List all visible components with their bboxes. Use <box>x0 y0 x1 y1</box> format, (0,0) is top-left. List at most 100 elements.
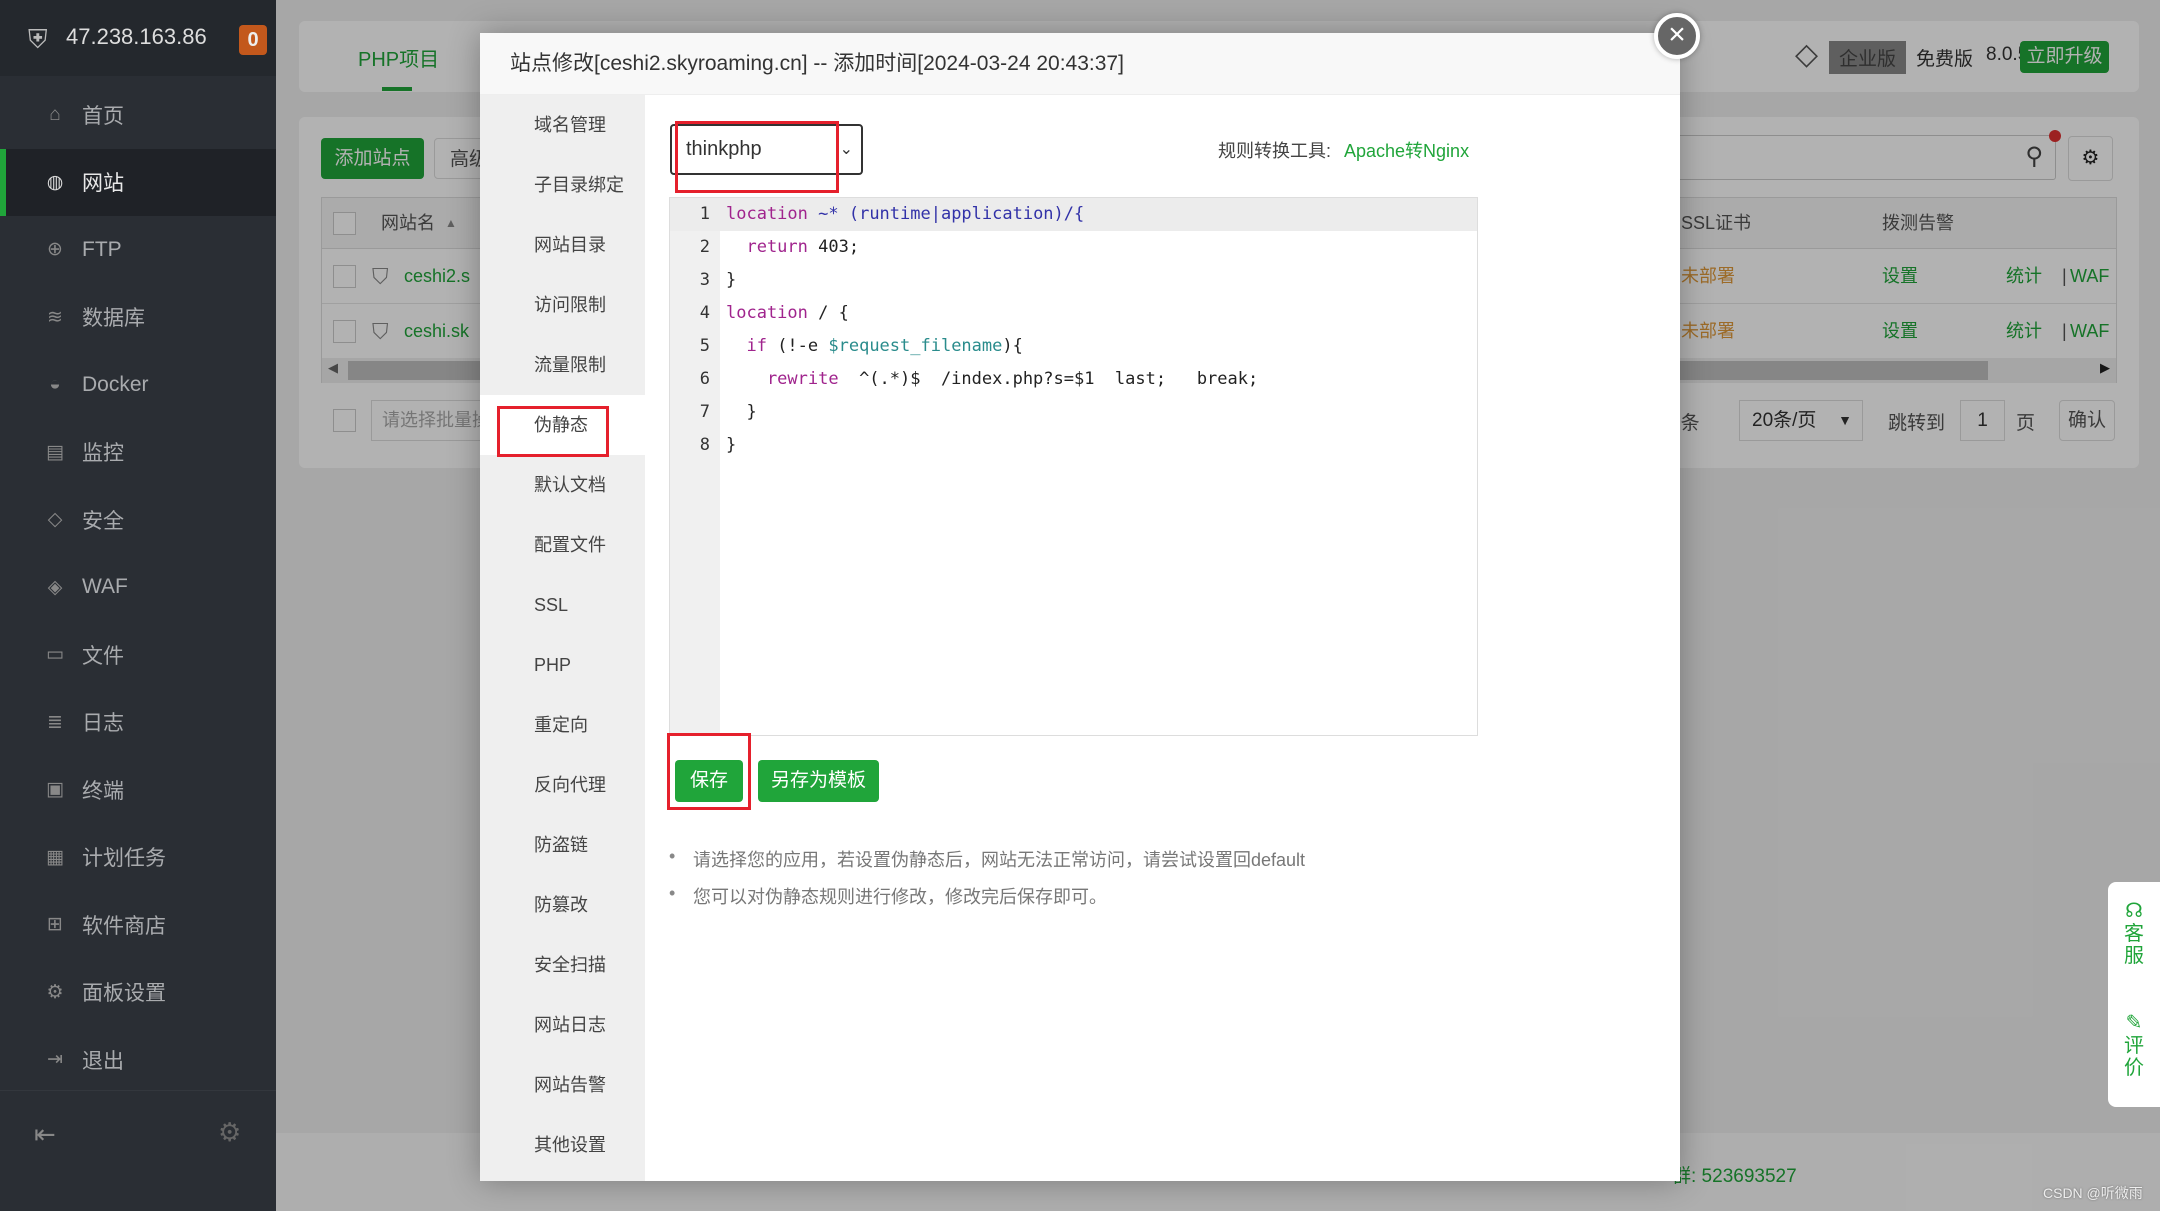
sidebar-header: ⛨ 47.238.163.86 0 <box>0 0 276 76</box>
code-text: } <box>726 429 736 462</box>
modal-nav: 域名管理 子目录绑定 网站目录 访问限制 流量限制 伪静态 默认文档 配置文件 SSL PHP 重定… <box>480 95 645 1181</box>
highlight-box-nav <box>497 406 609 457</box>
modal-nav-item[interactable]: PHP <box>480 635 645 695</box>
modal-nav-item[interactable]: 子目录绑定 <box>480 155 645 215</box>
monitor-icon: ▤ <box>46 441 64 463</box>
sidebar-footer: ⇤ ⚙ <box>0 1090 276 1211</box>
sidebar-item-label: 软件商店 <box>82 914 166 938</box>
note-item: 请选择您的应用，若设置伪静态后，网站无法正常访问，请尝试设置回default <box>669 846 1305 872</box>
customer-service-label: 客服 <box>2124 923 2144 967</box>
code-line: 2 return 403; <box>670 231 1477 264</box>
sidebar-item-label: 文件 <box>82 644 124 668</box>
sidebar-item[interactable]: ≋ 数据库 <box>0 284 276 351</box>
modal-nav-item[interactable]: 防盗链 <box>480 815 645 875</box>
folder-icon: ▭ <box>46 644 64 665</box>
shield-icon: ◇ <box>47 509 63 530</box>
apache-to-nginx-link[interactable]: Apache转Nginx <box>1344 137 1469 163</box>
sidebar-item[interactable]: ◒ Docker <box>0 351 276 418</box>
code-token: (!-e <box>766 336 829 356</box>
modal-nav-item[interactable]: 防篡改 <box>480 875 645 935</box>
highlight-box-save <box>667 733 751 810</box>
code-token: ~* <box>807 204 849 224</box>
modal-nav-item[interactable]: 流量限制 <box>480 335 645 395</box>
site-edit-modal: 站点修改[ceshi2.skyroaming.cn] -- 添加时间[2024-… <box>480 33 1680 1181</box>
modal-nav-item[interactable]: 重定向 <box>480 695 645 755</box>
customer-service-button[interactable]: ☊ 客服 <box>2108 898 2160 967</box>
sidebar-item-label: 监控 <box>82 442 124 465</box>
headset-icon: ☊ <box>2125 900 2143 922</box>
sidebar-item-label: FTP <box>82 237 122 261</box>
sidebar-item-label: 退出 <box>82 1049 124 1073</box>
modal-nav-item[interactable]: 网站告警 <box>480 1055 645 1115</box>
code-token: (runtime|application)/{ <box>848 204 1085 224</box>
terminal-icon: ▣ <box>46 779 64 800</box>
server-logo-icon: ⛨ <box>28 24 48 54</box>
modal-nav-item[interactable]: 配置文件 <box>480 515 645 575</box>
sidebar-item-label: 网站 <box>82 172 124 195</box>
sidebar-item[interactable]: ⚙ 面板设置 <box>0 959 276 1026</box>
sidebar-item[interactable]: ⇥ 退出 <box>0 1026 276 1093</box>
line-number: 2 <box>699 237 710 257</box>
log-icon: ≣ <box>47 711 63 733</box>
sidebar-item-label: 计划任务 <box>82 847 166 870</box>
close-modal-button[interactable]: × <box>1654 13 1700 59</box>
sidebar-item[interactable]: ◇ 安全 <box>0 486 276 553</box>
modal-nav-item[interactable]: 网站目录 <box>480 215 645 275</box>
code-text: location / { <box>726 297 849 330</box>
note-item: 您可以对伪静态规则进行修改，修改完后保存即可。 <box>669 883 1107 909</box>
code-text: } <box>726 396 756 429</box>
code-line: 8} <box>670 429 1477 462</box>
globe-icon: ◍ <box>46 171 64 193</box>
sidebar-item-label: 数据库 <box>82 307 145 330</box>
rewrite-code-editor[interactable]: 1 location ~* (runtime|application)/{ 2 re… <box>669 197 1478 736</box>
code-line: 3} <box>670 264 1477 297</box>
collapse-menu-icon[interactable]: ⇤ <box>34 1119 56 1150</box>
sidebar-item[interactable]: ▤ 监控 <box>0 419 276 486</box>
sidebar-item-label: WAF <box>82 575 128 598</box>
code-token: ^(.*)$ /index.php?s=$1 last; break; <box>838 369 1259 389</box>
line-number: 1 <box>699 204 710 224</box>
home-icon: ⌂ <box>49 103 61 125</box>
code-token: location <box>726 303 808 323</box>
chevron-down-icon: ⌄ <box>839 141 853 158</box>
sidebar-item[interactable]: ≣ 日志 <box>0 689 276 756</box>
review-button[interactable]: ✎ 评价 <box>2108 1010 2160 1079</box>
sidebar-item[interactable]: ◈ WAF <box>0 554 276 621</box>
code-line: 6 rewrite ^(.*)$ /index.php?s=$1 last; b… <box>670 363 1477 396</box>
modal-nav-item[interactable]: 访问限制 <box>480 275 645 335</box>
code-line: 1 location ~* (runtime|application)/{ <box>670 198 1477 231</box>
convert-tool-label: 规则转换工具: <box>1218 141 1332 161</box>
settings-gear-icon[interactable]: ⚙ <box>218 1117 241 1148</box>
modal-nav-item[interactable]: 反向代理 <box>480 755 645 815</box>
csdn-watermark: CSDN @听微雨 <box>2043 1185 2143 1201</box>
sidebar-item-label: 日志 <box>82 712 124 735</box>
code-token: location <box>726 204 808 224</box>
review-label: 评价 <box>2124 1035 2144 1079</box>
sidebar-item[interactable]: ▦ 计划任务 <box>0 824 276 891</box>
sidebar-item[interactable]: ⊕ FTP <box>0 216 276 283</box>
modal-nav-item[interactable]: 默认文档 <box>480 455 645 515</box>
database-icon: ≋ <box>47 306 63 328</box>
modal-nav-item[interactable]: SSL <box>480 575 645 635</box>
code-token: if <box>726 336 767 356</box>
save-as-template-button[interactable]: 另存为模板 <box>758 760 879 802</box>
modal-nav-item[interactable]: 域名管理 <box>480 95 645 155</box>
sidebar-item[interactable]: ▣ 终端 <box>0 756 276 823</box>
sidebar-item-label: 终端 <box>82 779 124 803</box>
modal-nav-item[interactable]: 安全扫描 <box>480 935 645 995</box>
notification-badge[interactable]: 0 <box>239 25 267 55</box>
code-token: } <box>726 435 737 455</box>
code-text: return 403; <box>726 231 859 264</box>
sidebar-item[interactable]: ⌂ 首页 <box>0 81 276 148</box>
sidebar-item[interactable]: ◍ 网站 <box>0 148 276 216</box>
sidebar-item[interactable]: ⊞ 软件商店 <box>0 891 276 958</box>
code-token: } <box>726 270 737 290</box>
code-token: / { <box>807 303 849 323</box>
modal-nav-item[interactable]: 网站日志 <box>480 995 645 1055</box>
sidebar-item[interactable]: ▭ 文件 <box>0 621 276 688</box>
code-token: $request_filename <box>828 336 1003 356</box>
floating-help-widget: ☊ 客服 ✎ 评价 <box>2108 882 2160 1107</box>
line-number: 7 <box>699 402 710 422</box>
code-token: 403; <box>807 237 860 257</box>
modal-nav-item[interactable]: 其他设置 <box>480 1115 645 1175</box>
